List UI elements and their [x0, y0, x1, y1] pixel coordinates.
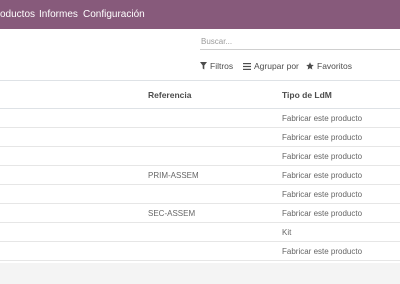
cell-tipo-ldm: Fabricar este producto: [282, 247, 363, 256]
table-row[interactable]: Fabricar este producto: [0, 128, 400, 147]
top-navbar: oductos Informes Configuración: [0, 0, 400, 29]
cell-tipo-ldm: Kit: [282, 228, 292, 237]
bars-icon: [243, 62, 251, 70]
cell-referencia: PRIM-ASSEM: [148, 171, 199, 180]
groupby-label: Agrupar por: [254, 61, 299, 71]
column-header-tipo-ldm[interactable]: Tipo de LdM: [282, 90, 332, 100]
table-row[interactable]: SEC-ASSEM Fabricar este producto: [0, 204, 400, 223]
table-row[interactable]: Kit: [0, 223, 400, 242]
menu-item-configuracion[interactable]: Configuración: [83, 9, 145, 20]
menu-item-informes[interactable]: Informes: [39, 9, 78, 20]
table-row[interactable]: Fabricar este producto: [0, 185, 400, 204]
cell-tipo-ldm: Fabricar este producto: [282, 133, 363, 142]
table-row[interactable]: Fabricar este producto: [0, 242, 400, 261]
cell-tipo-ldm: Fabricar este producto: [282, 114, 363, 123]
column-header-referencia[interactable]: Referencia: [148, 90, 191, 100]
empty-list-area: [0, 263, 400, 284]
table-row[interactable]: Fabricar este producto: [0, 147, 400, 166]
cell-tipo-ldm: Fabricar este producto: [282, 152, 363, 161]
cell-tipo-ldm: Fabricar este producto: [282, 171, 363, 180]
search-input[interactable]: [200, 34, 400, 49]
menu-item-productos[interactable]: oductos: [0, 9, 35, 20]
table-header: Referencia Tipo de LdM: [0, 82, 400, 109]
cell-referencia: SEC-ASSEM: [148, 209, 196, 218]
star-icon: [306, 62, 314, 70]
filter-icon: [200, 62, 207, 70]
table-row[interactable]: Fabricar este producto: [0, 109, 400, 128]
table-row[interactable]: PRIM-ASSEM Fabricar este producto: [0, 166, 400, 185]
filters-label: Filtros: [210, 61, 234, 71]
filters-button[interactable]: Filtros: [200, 60, 233, 72]
control-panel: Filtros Agrupar por Favoritos: [0, 29, 400, 81]
cell-tipo-ldm: Fabricar este producto: [282, 209, 363, 218]
favorites-button[interactable]: Favoritos: [306, 60, 352, 72]
cell-tipo-ldm: Fabricar este producto: [282, 190, 363, 199]
search-box: [200, 34, 400, 50]
groupby-button[interactable]: Agrupar por: [243, 60, 299, 72]
favorites-label: Favoritos: [317, 61, 352, 71]
